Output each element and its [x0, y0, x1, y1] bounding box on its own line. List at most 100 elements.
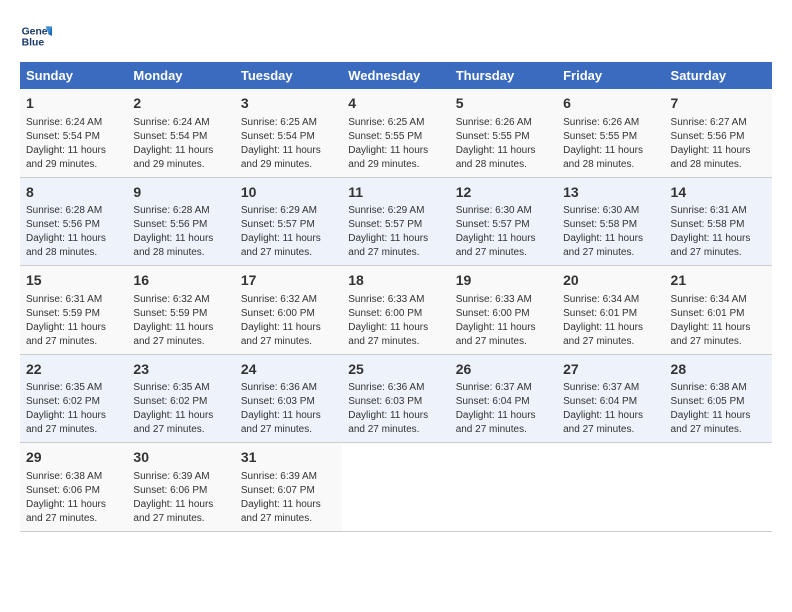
day-detail: Sunrise: 6:26 AMSunset: 5:55 PMDaylight:…	[456, 116, 551, 172]
day-number: 27	[563, 360, 658, 380]
day-cell: 5Sunrise: 6:26 AMSunset: 5:55 PMDaylight…	[450, 89, 557, 177]
day-detail: Sunrise: 6:27 AMSunset: 5:56 PMDaylight:…	[671, 116, 766, 172]
header-row: SundayMondayTuesdayWednesdayThursdayFrid…	[20, 62, 772, 89]
day-cell: 17Sunrise: 6:32 AMSunset: 6:00 PMDayligh…	[235, 266, 342, 355]
svg-text:Blue: Blue	[22, 38, 45, 49]
day-cell: 10Sunrise: 6:29 AMSunset: 5:57 PMDayligh…	[235, 177, 342, 266]
day-cell: 18Sunrise: 6:33 AMSunset: 6:00 PMDayligh…	[342, 266, 449, 355]
day-detail: Sunrise: 6:33 AMSunset: 6:00 PMDaylight:…	[456, 293, 551, 349]
day-detail: Sunrise: 6:37 AMSunset: 6:04 PMDaylight:…	[456, 381, 551, 437]
day-detail: Sunrise: 6:34 AMSunset: 6:01 PMDaylight:…	[563, 293, 658, 349]
day-detail: Sunrise: 6:36 AMSunset: 6:03 PMDaylight:…	[348, 381, 443, 437]
day-number: 19	[456, 271, 551, 291]
day-cell: 11Sunrise: 6:29 AMSunset: 5:57 PMDayligh…	[342, 177, 449, 266]
day-cell: 25Sunrise: 6:36 AMSunset: 6:03 PMDayligh…	[342, 354, 449, 443]
day-header-friday: Friday	[557, 62, 664, 89]
day-number: 29	[26, 448, 121, 468]
day-cell: 8Sunrise: 6:28 AMSunset: 5:56 PMDaylight…	[20, 177, 127, 266]
day-detail: Sunrise: 6:25 AMSunset: 5:55 PMDaylight:…	[348, 116, 443, 172]
logo-icon: General Blue	[20, 20, 52, 52]
day-header-tuesday: Tuesday	[235, 62, 342, 89]
day-number: 7	[671, 94, 766, 114]
day-number: 28	[671, 360, 766, 380]
day-number: 31	[241, 448, 336, 468]
day-number: 30	[133, 448, 228, 468]
day-detail: Sunrise: 6:28 AMSunset: 5:56 PMDaylight:…	[133, 204, 228, 260]
day-number: 8	[26, 183, 121, 203]
day-number: 10	[241, 183, 336, 203]
day-number: 15	[26, 271, 121, 291]
day-number: 17	[241, 271, 336, 291]
day-number: 23	[133, 360, 228, 380]
day-cell: 3Sunrise: 6:25 AMSunset: 5:54 PMDaylight…	[235, 89, 342, 177]
day-number: 4	[348, 94, 443, 114]
day-header-saturday: Saturday	[665, 62, 772, 89]
day-detail: Sunrise: 6:35 AMSunset: 6:02 PMDaylight:…	[133, 381, 228, 437]
day-detail: Sunrise: 6:30 AMSunset: 5:57 PMDaylight:…	[456, 204, 551, 260]
day-cell	[557, 443, 664, 532]
day-number: 13	[563, 183, 658, 203]
day-cell: 24Sunrise: 6:36 AMSunset: 6:03 PMDayligh…	[235, 354, 342, 443]
day-number: 14	[671, 183, 766, 203]
day-number: 18	[348, 271, 443, 291]
day-cell: 30Sunrise: 6:39 AMSunset: 6:06 PMDayligh…	[127, 443, 234, 532]
day-cell: 27Sunrise: 6:37 AMSunset: 6:04 PMDayligh…	[557, 354, 664, 443]
day-cell: 28Sunrise: 6:38 AMSunset: 6:05 PMDayligh…	[665, 354, 772, 443]
day-cell: 12Sunrise: 6:30 AMSunset: 5:57 PMDayligh…	[450, 177, 557, 266]
day-header-wednesday: Wednesday	[342, 62, 449, 89]
day-cell: 15Sunrise: 6:31 AMSunset: 5:59 PMDayligh…	[20, 266, 127, 355]
day-cell: 19Sunrise: 6:33 AMSunset: 6:00 PMDayligh…	[450, 266, 557, 355]
day-number: 5	[456, 94, 551, 114]
day-cell: 4Sunrise: 6:25 AMSunset: 5:55 PMDaylight…	[342, 89, 449, 177]
day-detail: Sunrise: 6:31 AMSunset: 5:58 PMDaylight:…	[671, 204, 766, 260]
week-row-2: 8Sunrise: 6:28 AMSunset: 5:56 PMDaylight…	[20, 177, 772, 266]
day-number: 2	[133, 94, 228, 114]
day-number: 20	[563, 271, 658, 291]
day-cell: 20Sunrise: 6:34 AMSunset: 6:01 PMDayligh…	[557, 266, 664, 355]
day-number: 16	[133, 271, 228, 291]
day-cell: 21Sunrise: 6:34 AMSunset: 6:01 PMDayligh…	[665, 266, 772, 355]
day-cell: 7Sunrise: 6:27 AMSunset: 5:56 PMDaylight…	[665, 89, 772, 177]
day-number: 26	[456, 360, 551, 380]
day-detail: Sunrise: 6:29 AMSunset: 5:57 PMDaylight:…	[348, 204, 443, 260]
day-cell	[450, 443, 557, 532]
day-detail: Sunrise: 6:29 AMSunset: 5:57 PMDaylight:…	[241, 204, 336, 260]
day-number: 25	[348, 360, 443, 380]
day-number: 3	[241, 94, 336, 114]
day-detail: Sunrise: 6:25 AMSunset: 5:54 PMDaylight:…	[241, 116, 336, 172]
day-cell: 26Sunrise: 6:37 AMSunset: 6:04 PMDayligh…	[450, 354, 557, 443]
week-row-5: 29Sunrise: 6:38 AMSunset: 6:06 PMDayligh…	[20, 443, 772, 532]
day-detail: Sunrise: 6:24 AMSunset: 5:54 PMDaylight:…	[133, 116, 228, 172]
day-detail: Sunrise: 6:36 AMSunset: 6:03 PMDaylight:…	[241, 381, 336, 437]
day-header-sunday: Sunday	[20, 62, 127, 89]
day-cell: 16Sunrise: 6:32 AMSunset: 5:59 PMDayligh…	[127, 266, 234, 355]
day-cell: 2Sunrise: 6:24 AMSunset: 5:54 PMDaylight…	[127, 89, 234, 177]
day-cell	[665, 443, 772, 532]
day-detail: Sunrise: 6:35 AMSunset: 6:02 PMDaylight:…	[26, 381, 121, 437]
day-detail: Sunrise: 6:26 AMSunset: 5:55 PMDaylight:…	[563, 116, 658, 172]
day-number: 6	[563, 94, 658, 114]
day-number: 12	[456, 183, 551, 203]
day-cell: 14Sunrise: 6:31 AMSunset: 5:58 PMDayligh…	[665, 177, 772, 266]
day-number: 21	[671, 271, 766, 291]
day-detail: Sunrise: 6:30 AMSunset: 5:58 PMDaylight:…	[563, 204, 658, 260]
week-row-4: 22Sunrise: 6:35 AMSunset: 6:02 PMDayligh…	[20, 354, 772, 443]
day-detail: Sunrise: 6:33 AMSunset: 6:00 PMDaylight:…	[348, 293, 443, 349]
day-detail: Sunrise: 6:32 AMSunset: 6:00 PMDaylight:…	[241, 293, 336, 349]
day-cell: 31Sunrise: 6:39 AMSunset: 6:07 PMDayligh…	[235, 443, 342, 532]
day-cell: 23Sunrise: 6:35 AMSunset: 6:02 PMDayligh…	[127, 354, 234, 443]
day-detail: Sunrise: 6:28 AMSunset: 5:56 PMDaylight:…	[26, 204, 121, 260]
day-cell: 22Sunrise: 6:35 AMSunset: 6:02 PMDayligh…	[20, 354, 127, 443]
day-header-monday: Monday	[127, 62, 234, 89]
day-detail: Sunrise: 6:34 AMSunset: 6:01 PMDaylight:…	[671, 293, 766, 349]
day-detail: Sunrise: 6:32 AMSunset: 5:59 PMDaylight:…	[133, 293, 228, 349]
day-header-thursday: Thursday	[450, 62, 557, 89]
day-detail: Sunrise: 6:31 AMSunset: 5:59 PMDaylight:…	[26, 293, 121, 349]
day-detail: Sunrise: 6:38 AMSunset: 6:06 PMDaylight:…	[26, 470, 121, 526]
page-header: General Blue	[20, 20, 772, 52]
day-number: 24	[241, 360, 336, 380]
week-row-3: 15Sunrise: 6:31 AMSunset: 5:59 PMDayligh…	[20, 266, 772, 355]
day-number: 9	[133, 183, 228, 203]
day-cell: 1Sunrise: 6:24 AMSunset: 5:54 PMDaylight…	[20, 89, 127, 177]
day-detail: Sunrise: 6:37 AMSunset: 6:04 PMDaylight:…	[563, 381, 658, 437]
